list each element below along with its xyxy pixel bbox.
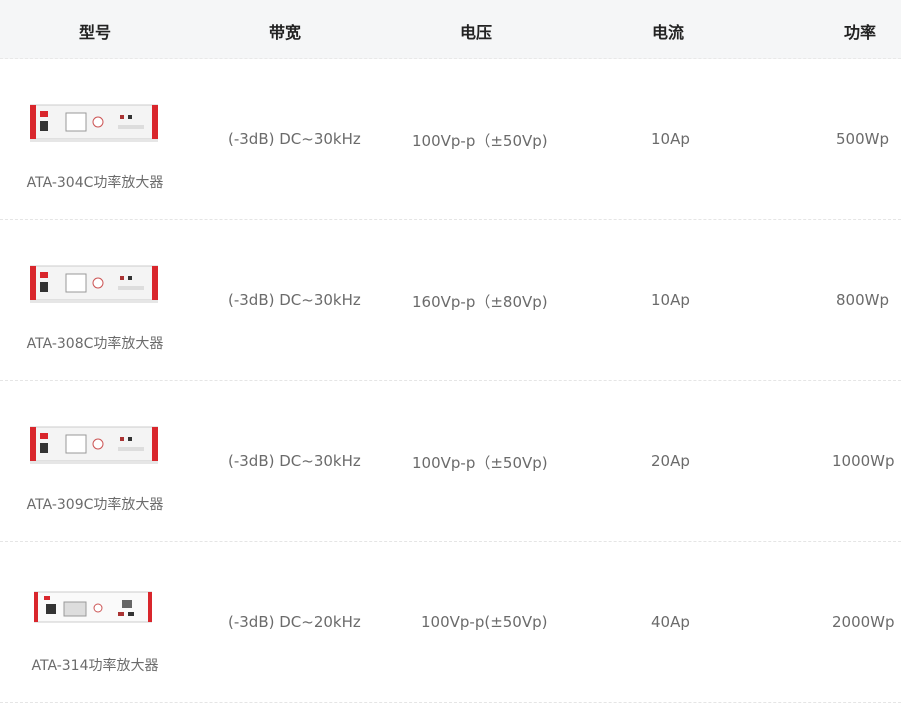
header-voltage: 电压 (459, 23, 492, 42)
power-cell: 500Wp (836, 130, 889, 148)
voltage-cell: 100Vp-p（±50Vp) (412, 454, 548, 472)
current-cell: 20Ap (651, 452, 690, 470)
table-header: 型号 带宽 电压 电流 功率 (0, 0, 901, 59)
model-name[interactable]: ATA-314功率放大器 (0, 655, 190, 675)
power-cell: 2000Wp (832, 613, 895, 631)
power-cell: 1000Wp (832, 452, 895, 470)
header-model: 型号 (78, 23, 111, 42)
model-name[interactable]: ATA-304C功率放大器 (0, 172, 190, 192)
model-name[interactable]: ATA-309C功率放大器 (0, 494, 190, 514)
header-power: 功率 (843, 23, 876, 42)
amplifier-product-image[interactable] (30, 425, 158, 465)
bandwidth-cell: (-3dB) DC~30kHz (228, 291, 361, 309)
voltage-cell: 100Vp-p（±50Vp) (412, 132, 548, 150)
header-bandwidth: 带宽 (268, 23, 301, 42)
table-row: ATA-308C功率放大器 (-3dB) DC~30kHz 160Vp-p（±8… (0, 220, 901, 381)
power-cell: 800Wp (836, 291, 889, 309)
table-row: ATA-309C功率放大器 (-3dB) DC~30kHz 100Vp-p（±5… (0, 381, 901, 542)
specs-table: 型号 带宽 电压 电流 功率 ATA-304C功率放大器 (-3dB) DC~3… (0, 0, 901, 703)
amplifier-product-image[interactable] (30, 103, 158, 143)
model-name[interactable]: ATA-308C功率放大器 (0, 333, 190, 353)
current-cell: 40Ap (651, 613, 690, 631)
bandwidth-cell: (-3dB) DC~20kHz (228, 613, 361, 631)
table-row: ATA-314功率放大器 (-3dB) DC~20kHz 100Vp-p(±50… (0, 542, 901, 703)
current-cell: 10Ap (651, 291, 690, 309)
current-cell: 10Ap (651, 130, 690, 148)
voltage-cell: 160Vp-p（±80Vp) (412, 293, 548, 311)
table-row: ATA-304C功率放大器 (-3dB) DC~30kHz 100Vp-p（±5… (0, 59, 901, 220)
bandwidth-cell: (-3dB) DC~30kHz (228, 452, 361, 470)
amplifier-product-image[interactable] (30, 264, 158, 304)
voltage-cell: 100Vp-p(±50Vp) (421, 613, 548, 631)
bandwidth-cell: (-3dB) DC~30kHz (228, 130, 361, 148)
header-current: 电流 (651, 23, 684, 42)
amplifier-product-image[interactable] (34, 590, 152, 626)
